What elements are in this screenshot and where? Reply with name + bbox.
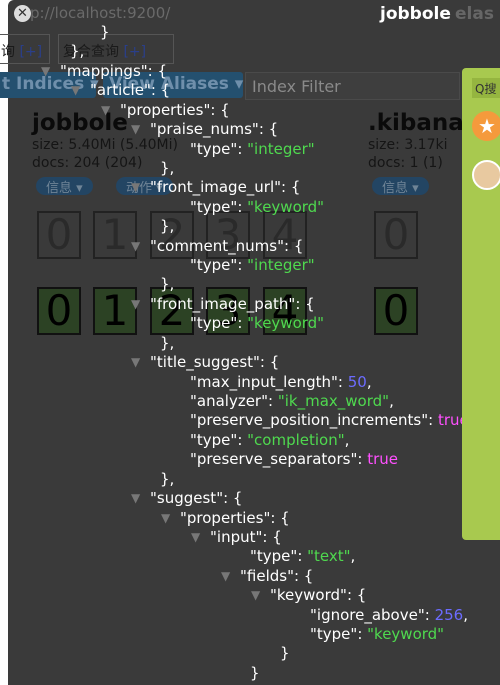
collapse-toggle-icon[interactable]: ▼ xyxy=(131,180,140,194)
collapse-toggle-icon[interactable]: ▼ xyxy=(191,530,200,544)
shard-replica[interactable]: 0 xyxy=(37,211,81,259)
shard-replica[interactable]: 0 xyxy=(374,211,418,259)
star-icon[interactable]: ★ xyxy=(472,111,500,141)
sidebar-search-button[interactable]: Q搜 xyxy=(472,78,500,98)
shard-replica[interactable]: 4 xyxy=(263,211,307,259)
actions-button[interactable]: 动作 ▾ xyxy=(116,177,173,196)
info-button[interactable]: 信息 ▾ xyxy=(372,177,429,196)
shard-primary[interactable]: 1 xyxy=(93,287,137,335)
collapse-toggle-icon[interactable]: ▼ xyxy=(161,511,170,525)
background-title: elas xyxy=(455,4,494,24)
index-size: size: 5.40Mi (5.40Mi) xyxy=(32,137,178,153)
tab-compound-query[interactable]: 复合查询 [+] xyxy=(58,34,174,64)
tab-query[interactable]: 询 [+] xyxy=(0,34,50,64)
collapse-toggle-icon[interactable]: ▼ xyxy=(131,239,140,253)
index-name: .kibana xyxy=(368,110,464,136)
collapse-toggle-icon[interactable]: ▼ xyxy=(131,491,140,505)
tab-add[interactable]: [+] xyxy=(123,44,146,60)
shard-primary[interactable]: 2 xyxy=(150,287,194,335)
floating-sidebar: Q搜 ★ xyxy=(462,68,500,540)
shard-primary[interactable]: 3 xyxy=(206,287,250,335)
shard-replica[interactable]: 2 xyxy=(150,211,194,259)
background-page: p://localhost:9200/ 询 [+] 复合查询 [+] t Ind… xyxy=(0,0,500,685)
collapse-toggle-icon[interactable]: ▼ xyxy=(131,297,140,311)
shard-primary[interactable]: 0 xyxy=(37,287,81,335)
collapse-toggle-icon[interactable]: ▼ xyxy=(41,64,50,78)
info-button[interactable]: 信息 ▾ xyxy=(36,177,93,196)
index-filter-input[interactable]: Index Filter xyxy=(245,72,460,100)
shard-replica[interactable]: 3 xyxy=(206,211,250,259)
index-docs: docs: 1 (1) xyxy=(368,155,443,171)
collapse-toggle-icon[interactable]: ▼ xyxy=(101,103,110,117)
collapse-toggle-icon[interactable]: ▼ xyxy=(131,122,140,136)
collapse-toggle-icon[interactable]: ▼ xyxy=(251,588,260,602)
view-aliases-button[interactable]: View Aliases ▾ xyxy=(103,72,243,98)
tab-add[interactable]: [+] xyxy=(19,44,42,60)
collapse-toggle-icon[interactable]: ▼ xyxy=(71,83,80,97)
index-docs: docs: 204 (204) xyxy=(32,155,143,171)
shard-primary[interactable]: 0 xyxy=(374,287,418,335)
avatar[interactable] xyxy=(472,160,500,190)
url-text: p://localhost:9200/ xyxy=(30,4,171,22)
index-size: size: 3.17ki xyxy=(368,137,448,153)
collapse-toggle-icon[interactable]: ▼ xyxy=(131,355,140,369)
tab-label: 询 xyxy=(1,44,15,60)
index-name: jobbole xyxy=(32,110,128,136)
collapse-toggle-icon[interactable]: ▼ xyxy=(221,569,230,583)
shard-primary[interactable]: 4 xyxy=(263,287,307,335)
dialog-title: jobbole xyxy=(380,4,451,24)
tab-label: 复合查询 xyxy=(63,44,119,60)
close-icon[interactable]: ✕ xyxy=(14,5,31,22)
